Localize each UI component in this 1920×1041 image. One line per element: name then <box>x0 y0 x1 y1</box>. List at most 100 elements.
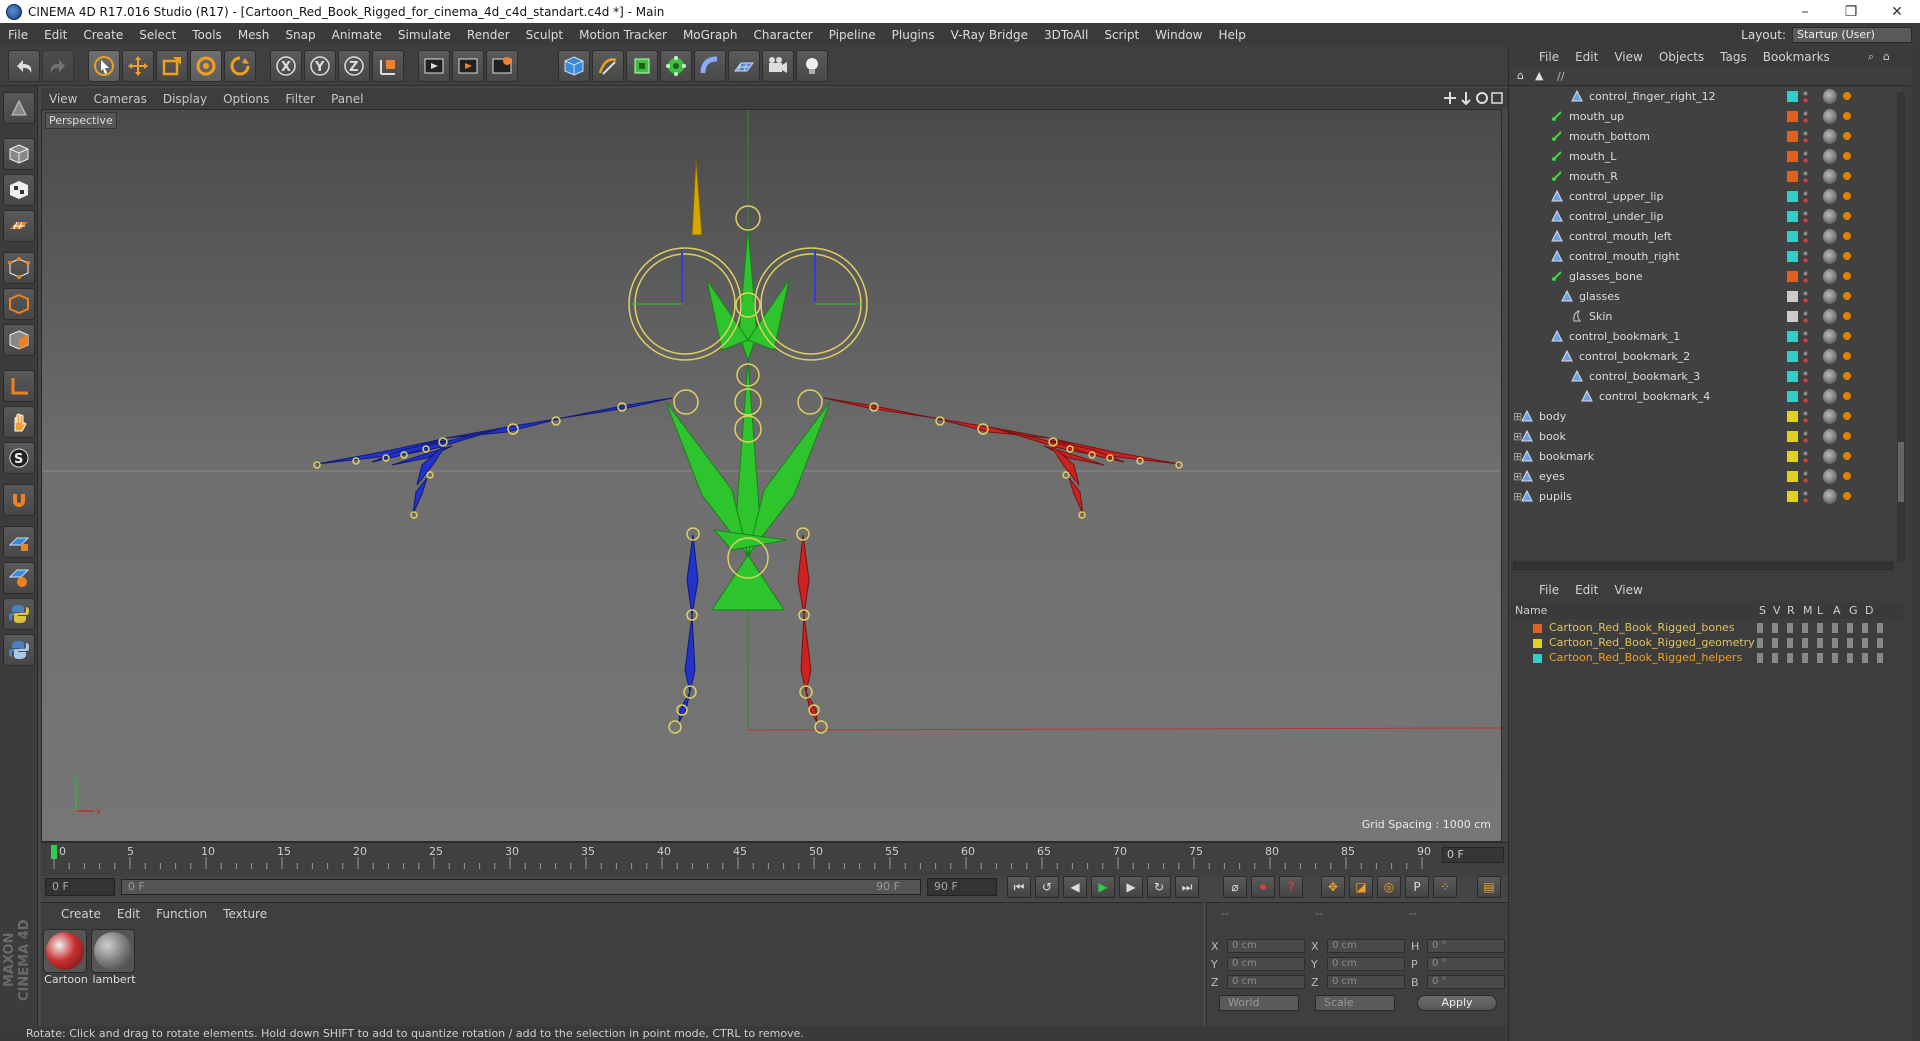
objects-menu-file[interactable]: File <box>1531 50 1567 64</box>
object-row[interactable]: control_bookmark_4 <box>1511 387 1903 407</box>
menu-window[interactable]: Window <box>1147 28 1210 42</box>
ik-tag-icon[interactable] <box>1843 132 1851 140</box>
object-row[interactable]: control_upper_lip <box>1511 187 1903 207</box>
material-tag-icon[interactable] <box>1823 389 1837 404</box>
material-tag-icon[interactable] <box>1823 329 1837 344</box>
x-axis-lock-icon[interactable]: X <box>270 50 302 82</box>
rotate-icon[interactable] <box>190 50 222 82</box>
visibility-dots-icon[interactable] <box>1803 170 1808 184</box>
viewport-menu-options[interactable]: Options <box>215 92 277 106</box>
home-nav-icon[interactable]: ⌂ <box>1517 69 1524 82</box>
close-button[interactable]: ✕ <box>1874 4 1920 20</box>
layer-row[interactable]: Cartoon_Red_Book_Rigged_geometry <box>1511 636 1903 651</box>
ik-tag-icon[interactable] <box>1843 392 1851 400</box>
layer-color-swatch[interactable] <box>1533 624 1542 633</box>
ik-tag-icon[interactable] <box>1843 332 1851 340</box>
layers-menu-edit[interactable]: Edit <box>1567 583 1606 597</box>
material-tag-icon[interactable] <box>1823 489 1837 504</box>
ik-tag-icon[interactable] <box>1843 372 1851 380</box>
go-to-start-icon[interactable]: ⏮ <box>1007 876 1031 898</box>
menu-sculpt[interactable]: Sculpt <box>518 28 571 42</box>
visibility-dots-icon[interactable] <box>1803 330 1808 344</box>
material-tag-icon[interactable] <box>1823 369 1837 384</box>
layout-dropdown[interactable]: Startup (User) <box>1792 27 1912 43</box>
layer-color-swatch[interactable] <box>1533 654 1542 663</box>
ik-tag-icon[interactable] <box>1843 252 1851 260</box>
material-tag-icon[interactable] <box>1823 229 1837 244</box>
material-tag-icon[interactable] <box>1823 249 1837 264</box>
layer-color-swatch[interactable] <box>1787 291 1798 302</box>
key-rotation-icon[interactable]: ◎ <box>1377 876 1401 898</box>
object-row[interactable]: ⊞ bookmark <box>1511 447 1903 467</box>
visibility-dots-icon[interactable] <box>1803 230 1808 244</box>
layers-menu-view[interactable]: View <box>1606 583 1650 597</box>
viewport-nav-icons[interactable] <box>1444 91 1504 105</box>
material-menu-texture[interactable]: Texture <box>215 907 275 921</box>
ik-tag-icon[interactable] <box>1843 312 1851 320</box>
rotation-h-field[interactable]: 0 ° <box>1427 939 1505 953</box>
up-nav-icon[interactable]: ▲ <box>1535 69 1543 82</box>
y-axis-lock-icon[interactable]: Y <box>304 50 336 82</box>
key-pla-icon[interactable]: ⁘ <box>1433 876 1457 898</box>
menu-animate[interactable]: Animate <box>324 28 390 42</box>
layer-row[interactable]: Cartoon_Red_Book_Rigged_helpers <box>1511 651 1903 666</box>
viewport-menu-cameras[interactable]: Cameras <box>85 92 154 106</box>
texture-mode-icon[interactable] <box>3 174 35 206</box>
visibility-dots-icon[interactable] <box>1803 370 1808 384</box>
menu-script[interactable]: Script <box>1096 28 1147 42</box>
layer-color-swatch[interactable] <box>1787 311 1798 322</box>
menu-character[interactable]: Character <box>745 28 820 42</box>
ik-tag-icon[interactable] <box>1843 192 1851 200</box>
object-row[interactable]: ⊞ eyes <box>1511 467 1903 487</box>
deformer-icon[interactable] <box>694 50 726 82</box>
minimize-button[interactable]: – <box>1782 4 1828 20</box>
visibility-dots-icon[interactable] <box>1803 150 1808 164</box>
scale-icon[interactable] <box>156 50 188 82</box>
menu-snap[interactable]: Snap <box>277 28 323 42</box>
workplane-icon[interactable] <box>3 210 35 242</box>
frame-range-slider[interactable]: 0 F 90 F <box>121 879 921 895</box>
layer-flag-icons[interactable] <box>1757 653 1887 663</box>
snapping-icon[interactable]: S <box>3 442 35 474</box>
material-swatch[interactable]: Cartoon <box>43 929 89 986</box>
right-side-tabs[interactable] <box>1912 46 1920 1041</box>
layer-color-swatch[interactable] <box>1787 451 1798 462</box>
object-row[interactable]: control_bookmark_3 <box>1511 367 1903 387</box>
object-row[interactable]: mouth_up <box>1511 107 1903 127</box>
spline-pen-icon[interactable] <box>592 50 624 82</box>
material-tag-icon[interactable] <box>1823 309 1837 324</box>
z-axis-lock-icon[interactable]: Z <box>338 50 370 82</box>
visibility-dots-icon[interactable] <box>1803 350 1808 364</box>
maximize-button[interactable]: ❐ <box>1828 4 1874 20</box>
visibility-dots-icon[interactable] <box>1803 430 1808 444</box>
visibility-dots-icon[interactable] <box>1803 90 1808 104</box>
visibility-dots-icon[interactable] <box>1803 290 1808 304</box>
layer-color-swatch[interactable] <box>1787 391 1798 402</box>
undo-icon[interactable] <box>8 50 40 82</box>
material-tag-icon[interactable] <box>1823 169 1837 184</box>
layer-color-swatch[interactable] <box>1787 331 1798 342</box>
material-tag-icon[interactable] <box>1823 209 1837 224</box>
position-z-field[interactable]: 0 cm <box>1227 975 1305 989</box>
material-tag-icon[interactable] <box>1823 449 1837 464</box>
visibility-dots-icon[interactable] <box>1803 210 1808 224</box>
ik-tag-icon[interactable] <box>1843 112 1851 120</box>
material-tag-icon[interactable] <box>1823 89 1837 104</box>
recent-tools-icon[interactable] <box>224 50 256 82</box>
cube-primitive-icon[interactable] <box>558 50 590 82</box>
material-tag-icon[interactable] <box>1823 269 1837 284</box>
material-tag-icon[interactable] <box>1823 349 1837 364</box>
ik-tag-icon[interactable] <box>1843 212 1851 220</box>
layer-color-swatch[interactable] <box>1787 271 1798 282</box>
layer-color-swatch[interactable] <box>1787 411 1798 422</box>
ik-tag-icon[interactable] <box>1843 152 1851 160</box>
visibility-dots-icon[interactable] <box>1803 490 1808 504</box>
material-tag-icon[interactable] <box>1823 289 1837 304</box>
object-row[interactable]: ⊞ pupils <box>1511 487 1903 507</box>
object-row[interactable]: control_bookmark_1 <box>1511 327 1903 347</box>
visibility-dots-icon[interactable] <box>1803 190 1808 204</box>
visibility-dots-icon[interactable] <box>1803 310 1808 324</box>
edges-mode-icon[interactable] <box>3 288 35 320</box>
layer-color-swatch[interactable] <box>1787 371 1798 382</box>
ik-tag-icon[interactable] <box>1843 172 1851 180</box>
